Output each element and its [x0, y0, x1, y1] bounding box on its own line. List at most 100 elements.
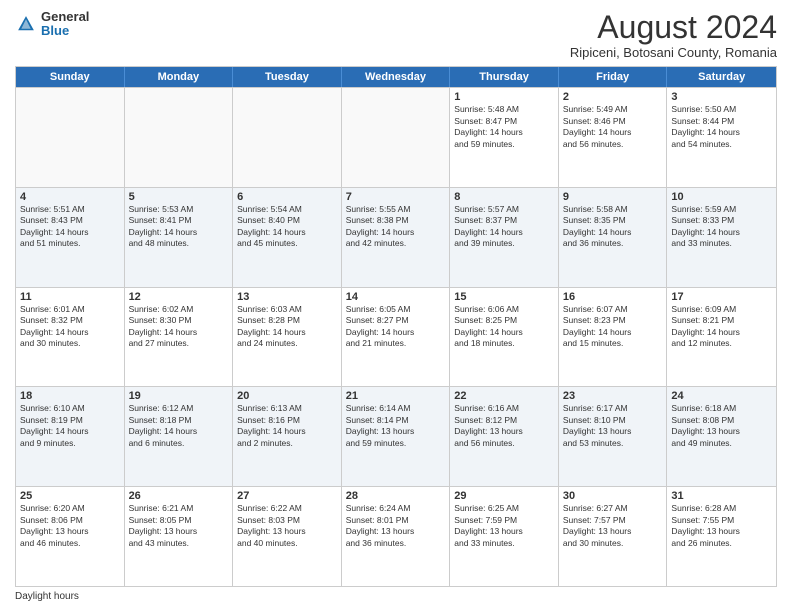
- calendar-cell: 26Sunrise: 6:21 AM Sunset: 8:05 PM Dayli…: [125, 487, 234, 586]
- calendar-cell: 6Sunrise: 5:54 AM Sunset: 8:40 PM Daylig…: [233, 188, 342, 287]
- day-info: Sunrise: 6:25 AM Sunset: 7:59 PM Dayligh…: [454, 503, 554, 549]
- day-number: 29: [454, 490, 554, 502]
- day-info: Sunrise: 6:13 AM Sunset: 8:16 PM Dayligh…: [237, 403, 337, 449]
- calendar-cell: 13Sunrise: 6:03 AM Sunset: 8:28 PM Dayli…: [233, 288, 342, 387]
- calendar: SundayMondayTuesdayWednesdayThursdayFrid…: [15, 66, 777, 587]
- calendar-cell: 7Sunrise: 5:55 AM Sunset: 8:38 PM Daylig…: [342, 188, 451, 287]
- day-number: 2: [563, 91, 663, 103]
- logo-blue-text: Blue: [41, 24, 89, 38]
- logo-icon: [15, 13, 37, 35]
- day-number: 16: [563, 291, 663, 303]
- day-number: 5: [129, 191, 229, 203]
- day-info: Sunrise: 6:01 AM Sunset: 8:32 PM Dayligh…: [20, 304, 120, 350]
- day-number: 18: [20, 390, 120, 402]
- calendar-cell: 20Sunrise: 6:13 AM Sunset: 8:16 PM Dayli…: [233, 387, 342, 486]
- day-info: Sunrise: 5:51 AM Sunset: 8:43 PM Dayligh…: [20, 204, 120, 250]
- calendar-cell: 28Sunrise: 6:24 AM Sunset: 8:01 PM Dayli…: [342, 487, 451, 586]
- day-number: 6: [237, 191, 337, 203]
- day-info: Sunrise: 5:59 AM Sunset: 8:33 PM Dayligh…: [671, 204, 772, 250]
- day-info: Sunrise: 5:54 AM Sunset: 8:40 PM Dayligh…: [237, 204, 337, 250]
- calendar-header-cell: Thursday: [450, 67, 559, 87]
- calendar-cell: 16Sunrise: 6:07 AM Sunset: 8:23 PM Dayli…: [559, 288, 668, 387]
- day-info: Sunrise: 6:03 AM Sunset: 8:28 PM Dayligh…: [237, 304, 337, 350]
- calendar-cell: 23Sunrise: 6:17 AM Sunset: 8:10 PM Dayli…: [559, 387, 668, 486]
- day-number: 31: [671, 490, 772, 502]
- calendar-cell: 31Sunrise: 6:28 AM Sunset: 7:55 PM Dayli…: [667, 487, 776, 586]
- footer-note: Daylight hours: [15, 591, 777, 602]
- calendar-cell: 12Sunrise: 6:02 AM Sunset: 8:30 PM Dayli…: [125, 288, 234, 387]
- day-number: 25: [20, 490, 120, 502]
- day-info: Sunrise: 6:05 AM Sunset: 8:27 PM Dayligh…: [346, 304, 446, 350]
- day-number: 26: [129, 490, 229, 502]
- day-info: Sunrise: 5:48 AM Sunset: 8:47 PM Dayligh…: [454, 104, 554, 150]
- logo-general-text: General: [41, 10, 89, 24]
- subtitle: Ripiceni, Botosani County, Romania: [570, 45, 777, 60]
- day-number: 22: [454, 390, 554, 402]
- calendar-header-cell: Friday: [559, 67, 668, 87]
- calendar-week-row: 25Sunrise: 6:20 AM Sunset: 8:06 PM Dayli…: [16, 486, 776, 586]
- title-section: August 2024 Ripiceni, Botosani County, R…: [570, 10, 777, 60]
- day-info: Sunrise: 6:28 AM Sunset: 7:55 PM Dayligh…: [671, 503, 772, 549]
- calendar-cell: 8Sunrise: 5:57 AM Sunset: 8:37 PM Daylig…: [450, 188, 559, 287]
- logo: General Blue: [15, 10, 89, 39]
- calendar-cell: 1Sunrise: 5:48 AM Sunset: 8:47 PM Daylig…: [450, 88, 559, 187]
- day-number: 12: [129, 291, 229, 303]
- calendar-cell: 5Sunrise: 5:53 AM Sunset: 8:41 PM Daylig…: [125, 188, 234, 287]
- day-number: 28: [346, 490, 446, 502]
- calendar-cell: 15Sunrise: 6:06 AM Sunset: 8:25 PM Dayli…: [450, 288, 559, 387]
- calendar-cell: 25Sunrise: 6:20 AM Sunset: 8:06 PM Dayli…: [16, 487, 125, 586]
- logo-text: General Blue: [41, 10, 89, 39]
- day-info: Sunrise: 6:18 AM Sunset: 8:08 PM Dayligh…: [671, 403, 772, 449]
- calendar-cell: 10Sunrise: 5:59 AM Sunset: 8:33 PM Dayli…: [667, 188, 776, 287]
- main-title: August 2024: [570, 10, 777, 45]
- day-number: 7: [346, 191, 446, 203]
- calendar-header-cell: Tuesday: [233, 67, 342, 87]
- calendar-week-row: 4Sunrise: 5:51 AM Sunset: 8:43 PM Daylig…: [16, 187, 776, 287]
- day-info: Sunrise: 6:20 AM Sunset: 8:06 PM Dayligh…: [20, 503, 120, 549]
- calendar-cell-empty: [233, 88, 342, 187]
- day-info: Sunrise: 6:14 AM Sunset: 8:14 PM Dayligh…: [346, 403, 446, 449]
- day-info: Sunrise: 5:50 AM Sunset: 8:44 PM Dayligh…: [671, 104, 772, 150]
- calendar-cell: 21Sunrise: 6:14 AM Sunset: 8:14 PM Dayli…: [342, 387, 451, 486]
- calendar-week-row: 1Sunrise: 5:48 AM Sunset: 8:47 PM Daylig…: [16, 87, 776, 187]
- day-number: 24: [671, 390, 772, 402]
- day-number: 15: [454, 291, 554, 303]
- calendar-cell: 4Sunrise: 5:51 AM Sunset: 8:43 PM Daylig…: [16, 188, 125, 287]
- day-info: Sunrise: 6:07 AM Sunset: 8:23 PM Dayligh…: [563, 304, 663, 350]
- calendar-cell: 2Sunrise: 5:49 AM Sunset: 8:46 PM Daylig…: [559, 88, 668, 187]
- calendar-cell: 3Sunrise: 5:50 AM Sunset: 8:44 PM Daylig…: [667, 88, 776, 187]
- day-info: Sunrise: 6:21 AM Sunset: 8:05 PM Dayligh…: [129, 503, 229, 549]
- day-number: 19: [129, 390, 229, 402]
- day-info: Sunrise: 5:58 AM Sunset: 8:35 PM Dayligh…: [563, 204, 663, 250]
- day-info: Sunrise: 6:12 AM Sunset: 8:18 PM Dayligh…: [129, 403, 229, 449]
- day-info: Sunrise: 5:57 AM Sunset: 8:37 PM Dayligh…: [454, 204, 554, 250]
- calendar-cell-empty: [16, 88, 125, 187]
- calendar-cell: 22Sunrise: 6:16 AM Sunset: 8:12 PM Dayli…: [450, 387, 559, 486]
- calendar-cell: 14Sunrise: 6:05 AM Sunset: 8:27 PM Dayli…: [342, 288, 451, 387]
- calendar-header-cell: Wednesday: [342, 67, 451, 87]
- day-number: 30: [563, 490, 663, 502]
- calendar-cell: 24Sunrise: 6:18 AM Sunset: 8:08 PM Dayli…: [667, 387, 776, 486]
- day-number: 20: [237, 390, 337, 402]
- calendar-cell: 9Sunrise: 5:58 AM Sunset: 8:35 PM Daylig…: [559, 188, 668, 287]
- day-info: Sunrise: 6:10 AM Sunset: 8:19 PM Dayligh…: [20, 403, 120, 449]
- day-info: Sunrise: 6:02 AM Sunset: 8:30 PM Dayligh…: [129, 304, 229, 350]
- calendar-body: 1Sunrise: 5:48 AM Sunset: 8:47 PM Daylig…: [16, 87, 776, 586]
- day-number: 14: [346, 291, 446, 303]
- calendar-header-cell: Saturday: [667, 67, 776, 87]
- day-number: 17: [671, 291, 772, 303]
- day-number: 23: [563, 390, 663, 402]
- day-info: Sunrise: 6:06 AM Sunset: 8:25 PM Dayligh…: [454, 304, 554, 350]
- calendar-week-row: 11Sunrise: 6:01 AM Sunset: 8:32 PM Dayli…: [16, 287, 776, 387]
- calendar-cell-empty: [125, 88, 234, 187]
- day-info: Sunrise: 6:09 AM Sunset: 8:21 PM Dayligh…: [671, 304, 772, 350]
- day-info: Sunrise: 5:53 AM Sunset: 8:41 PM Dayligh…: [129, 204, 229, 250]
- calendar-week-row: 18Sunrise: 6:10 AM Sunset: 8:19 PM Dayli…: [16, 386, 776, 486]
- calendar-cell: 18Sunrise: 6:10 AM Sunset: 8:19 PM Dayli…: [16, 387, 125, 486]
- day-number: 10: [671, 191, 772, 203]
- day-number: 4: [20, 191, 120, 203]
- day-info: Sunrise: 6:24 AM Sunset: 8:01 PM Dayligh…: [346, 503, 446, 549]
- calendar-cell: 11Sunrise: 6:01 AM Sunset: 8:32 PM Dayli…: [16, 288, 125, 387]
- day-number: 11: [20, 291, 120, 303]
- calendar-cell: 30Sunrise: 6:27 AM Sunset: 7:57 PM Dayli…: [559, 487, 668, 586]
